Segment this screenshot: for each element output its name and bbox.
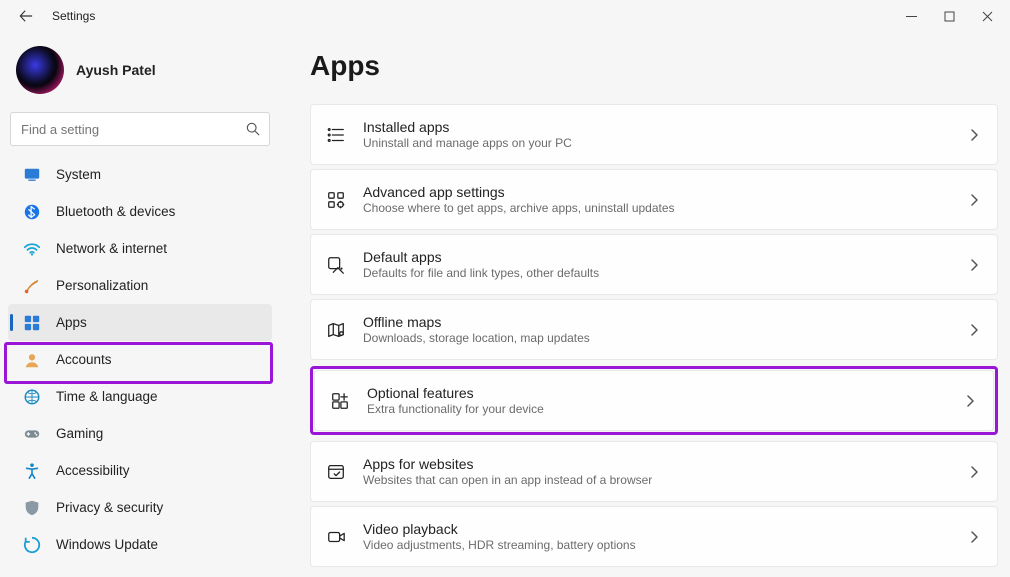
main-content: Apps Installed appsUninstall and manage … [280, 32, 1010, 577]
settings-card-optional-features[interactable]: Optional featuresExtra functionality for… [314, 370, 994, 431]
card-subtitle: Extra functionality for your device [367, 402, 965, 416]
card-title: Offline maps [363, 314, 969, 330]
card-subtitle: Uninstall and manage apps on your PC [363, 136, 969, 150]
system-icon [22, 165, 42, 185]
chevron-right-icon [969, 128, 979, 142]
sidebar: Ayush Patel System Bluetooth & devices Net… [0, 32, 280, 577]
sidebar-item-label: Gaming [56, 426, 103, 441]
card-subtitle: Defaults for file and link types, other … [363, 266, 969, 280]
sidebar-item-label: Personalization [56, 278, 148, 293]
sidebar-item-privacy-security[interactable]: Privacy & security [8, 489, 272, 526]
card-title: Video playback [363, 521, 969, 537]
sidebar-item-system[interactable]: System [8, 156, 272, 193]
chevron-right-icon [969, 530, 979, 544]
bluetooth-icon [22, 202, 42, 222]
avatar [16, 46, 64, 94]
sidebar-item-label: Network & internet [56, 241, 167, 256]
apps-gear-icon [325, 189, 347, 211]
settings-card-default-apps[interactable]: Default appsDefaults for file and link t… [310, 234, 998, 295]
close-button[interactable] [968, 2, 1006, 30]
arrow-left-icon [19, 9, 33, 23]
sidebar-item-apps[interactable]: Apps [8, 304, 272, 341]
back-button[interactable] [14, 4, 38, 28]
username: Ayush Patel [76, 62, 156, 78]
card-title: Installed apps [363, 119, 969, 135]
card-subtitle: Video adjustments, HDR streaming, batter… [363, 538, 969, 552]
settings-card-installed-apps[interactable]: Installed appsUninstall and manage apps … [310, 104, 998, 165]
chevron-right-icon [969, 193, 979, 207]
sidebar-item-bluetooth-devices[interactable]: Bluetooth & devices [8, 193, 272, 230]
sidebar-item-gaming[interactable]: Gaming [8, 415, 272, 452]
chevron-right-icon [969, 465, 979, 479]
video-icon [325, 526, 347, 548]
globe-clock-icon [22, 387, 42, 407]
settings-card-video-playback[interactable]: Video playbackVideo adjustments, HDR str… [310, 506, 998, 567]
minimize-icon [906, 11, 917, 22]
sidebar-item-accounts[interactable]: Accounts [8, 341, 272, 378]
apps-icon [22, 313, 42, 333]
settings-card-advanced-app-settings[interactable]: Advanced app settingsChoose where to get… [310, 169, 998, 230]
card-title: Advanced app settings [363, 184, 969, 200]
sidebar-item-label: Privacy & security [56, 500, 163, 515]
chevron-right-icon [969, 258, 979, 272]
map-icon [325, 319, 347, 341]
search-icon [246, 122, 260, 136]
sidebar-item-network-internet[interactable]: Network & internet [8, 230, 272, 267]
gamepad-icon [22, 424, 42, 444]
close-icon [982, 11, 993, 22]
apps-web-icon [325, 461, 347, 483]
brush-icon [22, 276, 42, 296]
default-apps-icon [325, 254, 347, 276]
wifi-icon [22, 239, 42, 259]
settings-card-apps-for-websites[interactable]: Apps for websitesWebsites that can open … [310, 441, 998, 502]
card-title: Optional features [367, 385, 965, 401]
sidebar-item-time-language[interactable]: Time & language [8, 378, 272, 415]
app-title: Settings [52, 9, 95, 23]
sidebar-item-label: Windows Update [56, 537, 158, 552]
sidebar-item-label: System [56, 167, 101, 182]
person-icon [22, 350, 42, 370]
card-subtitle: Downloads, storage location, map updates [363, 331, 969, 345]
list-icon [325, 124, 347, 146]
sidebar-item-accessibility[interactable]: Accessibility [8, 452, 272, 489]
settings-card-offline-maps[interactable]: Offline mapsDownloads, storage location,… [310, 299, 998, 360]
page-title: Apps [310, 50, 998, 82]
card-subtitle: Websites that can open in an app instead… [363, 473, 969, 487]
maximize-icon [944, 11, 955, 22]
sidebar-item-label: Bluetooth & devices [56, 204, 175, 219]
minimize-button[interactable] [892, 2, 930, 30]
maximize-button[interactable] [930, 2, 968, 30]
features-icon [329, 390, 351, 412]
card-title: Apps for websites [363, 456, 969, 472]
card-subtitle: Choose where to get apps, archive apps, … [363, 201, 969, 215]
highlight-rect-card: Optional featuresExtra functionality for… [310, 366, 998, 435]
sidebar-item-label: Accessibility [56, 463, 130, 478]
profile-block[interactable]: Ayush Patel [8, 40, 272, 108]
sidebar-item-label: Apps [56, 315, 87, 330]
sidebar-item-personalization[interactable]: Personalization [8, 267, 272, 304]
shield-icon [22, 498, 42, 518]
search-input[interactable] [10, 112, 270, 146]
sidebar-nav: System Bluetooth & devices Network & inter… [8, 156, 272, 563]
update-icon [22, 535, 42, 555]
chevron-right-icon [969, 323, 979, 337]
chevron-right-icon [965, 394, 975, 408]
card-title: Default apps [363, 249, 969, 265]
sidebar-item-label: Accounts [56, 352, 112, 367]
accessibility-icon [22, 461, 42, 481]
sidebar-item-label: Time & language [56, 389, 158, 404]
sidebar-item-windows-update[interactable]: Windows Update [8, 526, 272, 563]
